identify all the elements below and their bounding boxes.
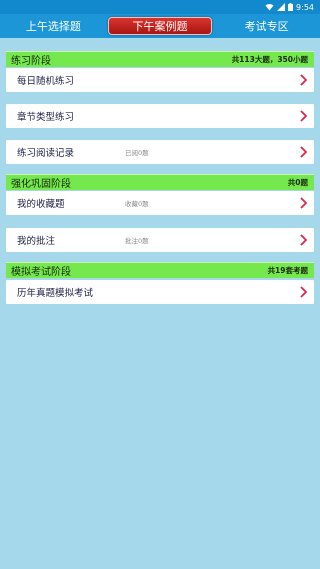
chevron-right-icon <box>298 145 308 159</box>
section-count: 共19套考题 <box>267 266 308 275</box>
list-item-chapter-practice[interactable]: 章节类型练习 <box>6 104 314 128</box>
item-label: 每日随机练习 <box>17 76 75 87</box>
list-item-past-exams[interactable]: 历年真题模拟考试 <box>6 280 314 304</box>
wifi-icon <box>265 3 274 11</box>
battery-icon <box>288 3 294 11</box>
section-header-consolidation: 强化巩固阶段 共0题 <box>6 174 314 190</box>
list-item-reading-record[interactable]: 练习阅读记录 已阅0题 <box>6 140 314 164</box>
item-meta: 收藏0题 <box>125 200 149 208</box>
section-count: 共0题 <box>287 178 308 187</box>
item-label: 章节类型练习 <box>17 112 75 123</box>
item-label: 历年真题模拟考试 <box>17 288 94 299</box>
section-header-mock-exam: 模拟考试阶段 共19套考题 <box>6 262 314 278</box>
tab-exam-zone[interactable]: 考试专区 <box>213 14 320 38</box>
section-title: 练习阶段 <box>11 56 51 67</box>
tab-morning-choice[interactable]: 上午选择题 <box>0 14 107 38</box>
section-header-practice: 练习阶段 共113大题，350小题 <box>6 51 314 67</box>
tab-bar: 上午选择题 下午案例题 考试专区 <box>0 14 320 38</box>
list-item-daily-random[interactable]: 每日随机练习 <box>6 68 314 92</box>
tab-label: 下午案例题 <box>108 17 212 35</box>
list-item-my-favorites[interactable]: 我的收藏题 收藏0题 <box>6 191 314 215</box>
item-meta: 已阅0题 <box>125 149 149 157</box>
chevron-right-icon <box>298 196 308 210</box>
chevron-right-icon <box>298 109 308 123</box>
status-bar: 9:54 <box>0 0 320 14</box>
signal-icon <box>277 3 286 11</box>
item-label: 我的收藏题 <box>17 199 65 210</box>
tab-label: 上午选择题 <box>25 20 81 33</box>
tab-label: 考试专区 <box>244 20 289 33</box>
chevron-right-icon <box>298 73 308 87</box>
section-title: 强化巩固阶段 <box>11 179 71 190</box>
item-meta: 批注0题 <box>125 237 149 245</box>
item-label: 练习阅读记录 <box>17 148 75 159</box>
chevron-right-icon <box>298 285 308 299</box>
chevron-right-icon <box>298 233 308 247</box>
status-time: 9:54 <box>296 2 314 12</box>
section-count: 共113大题，350小题 <box>231 55 308 64</box>
item-label: 我的批注 <box>17 236 56 247</box>
tab-afternoon-case[interactable]: 下午案例题 <box>107 14 214 38</box>
list-item-my-notes[interactable]: 我的批注 批注0题 <box>6 228 314 252</box>
section-title: 模拟考试阶段 <box>11 267 71 278</box>
